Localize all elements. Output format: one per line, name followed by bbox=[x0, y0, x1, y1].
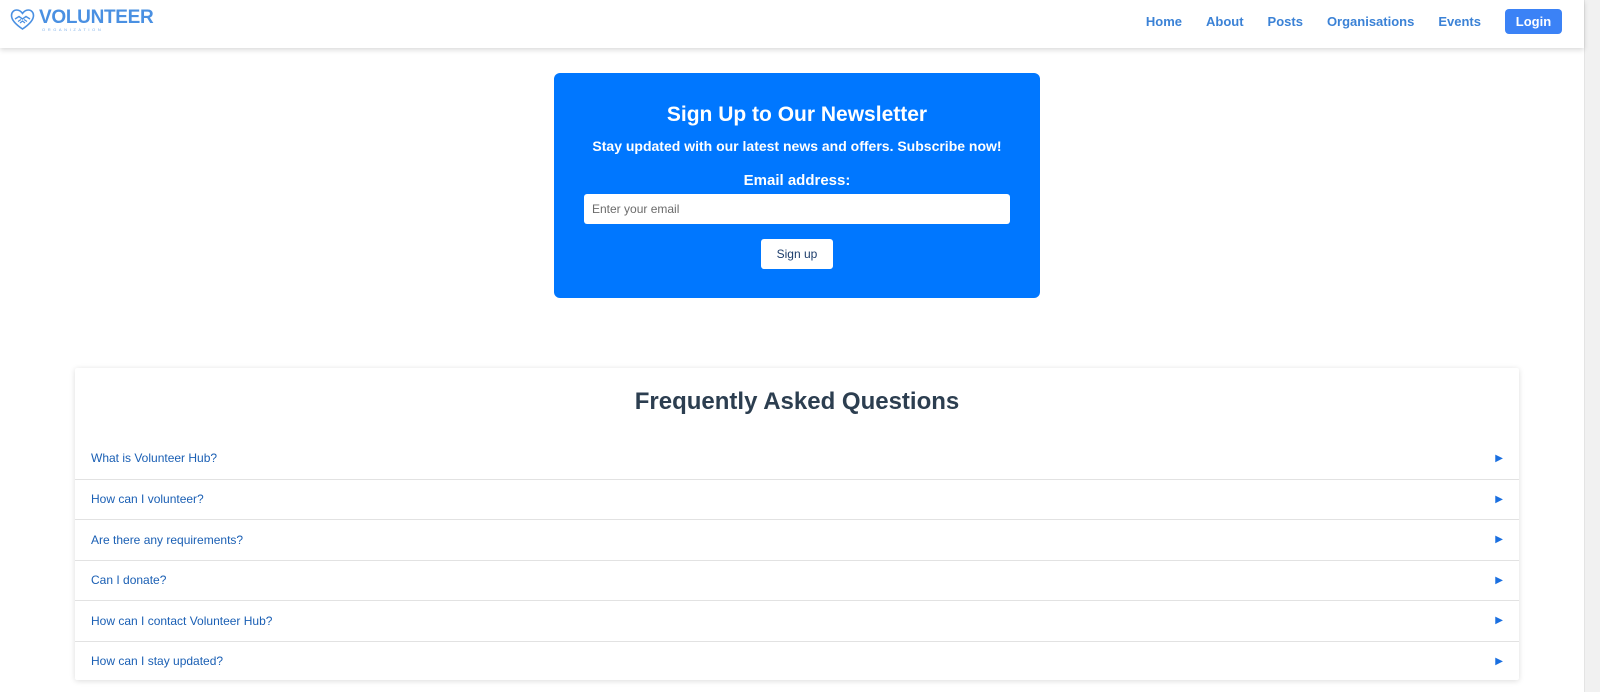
scrollbar-thumb[interactable] bbox=[1589, 4, 1597, 687]
faq-item[interactable]: How can I volunteer? ▶ bbox=[75, 478, 1519, 520]
triangle-right-icon: ▶ bbox=[1495, 534, 1503, 546]
nav-posts-link[interactable]: Posts bbox=[1268, 14, 1303, 29]
triangle-right-icon: ▶ bbox=[1495, 574, 1503, 586]
nav-about-link[interactable]: About bbox=[1206, 14, 1244, 29]
triangle-right-icon: ▶ bbox=[1495, 615, 1503, 627]
logo-tagline: ORGANIZATION bbox=[42, 27, 104, 32]
faq-list: What is Volunteer Hub? ▶ How can I volun… bbox=[75, 438, 1519, 681]
sign-up-button[interactable]: Sign up bbox=[761, 239, 833, 269]
faq-question: Can I donate? bbox=[91, 573, 167, 588]
faq-item[interactable]: Can I donate? ▶ bbox=[75, 559, 1519, 601]
triangle-right-icon: ▶ bbox=[1495, 493, 1503, 505]
faq-item[interactable]: How can I contact Volunteer Hub? ▶ bbox=[75, 600, 1519, 641]
page-scrollbar[interactable] bbox=[1584, 0, 1600, 692]
faq-question: How can I contact Volunteer Hub? bbox=[91, 613, 273, 628]
faq-question: Are there any requirements? bbox=[91, 532, 244, 547]
newsletter-panel: Sign Up to Our Newsletter Stay updated w… bbox=[554, 73, 1040, 298]
faq-title: Frequently Asked Questions bbox=[634, 388, 960, 415]
nav-organisations-link[interactable]: Organisations bbox=[1327, 14, 1414, 29]
faq-item[interactable]: Are there any requirements? ▶ bbox=[75, 519, 1519, 560]
triangle-right-icon: ▶ bbox=[1495, 452, 1503, 464]
faq-question: What is Volunteer Hub? bbox=[91, 451, 218, 466]
faq-question: How can I volunteer? bbox=[91, 492, 204, 507]
nav-events-link[interactable]: Events bbox=[1438, 14, 1481, 29]
site-header: VOLUNTEER ORGANIZATION Home About Posts … bbox=[0, 0, 1584, 48]
faq-item[interactable]: How can I stay updated? ▶ bbox=[75, 640, 1519, 682]
logo[interactable]: VOLUNTEER ORGANIZATION bbox=[10, 7, 154, 34]
faq-question: How can I stay updated? bbox=[91, 654, 224, 669]
triangle-right-icon: ▶ bbox=[1495, 655, 1503, 667]
logo-wordmark: VOLUNTEER bbox=[39, 7, 154, 28]
faq-section: Frequently Asked Questions What is Volun… bbox=[75, 368, 1519, 680]
main-nav: Home About Posts Organisations Events Lo… bbox=[1122, 9, 1562, 34]
email-label: Email address: bbox=[743, 172, 851, 189]
email-field[interactable] bbox=[584, 194, 1010, 224]
newsletter-subtitle: Stay updated with our latest news and of… bbox=[592, 138, 1002, 154]
faq-item[interactable]: What is Volunteer Hub? ▶ bbox=[75, 438, 1519, 479]
nav-home-link[interactable]: Home bbox=[1146, 14, 1182, 29]
newsletter-title: Sign Up to Our Newsletter bbox=[666, 103, 928, 126]
heart-hands-icon bbox=[10, 9, 35, 30]
login-button[interactable]: Login bbox=[1505, 9, 1562, 34]
